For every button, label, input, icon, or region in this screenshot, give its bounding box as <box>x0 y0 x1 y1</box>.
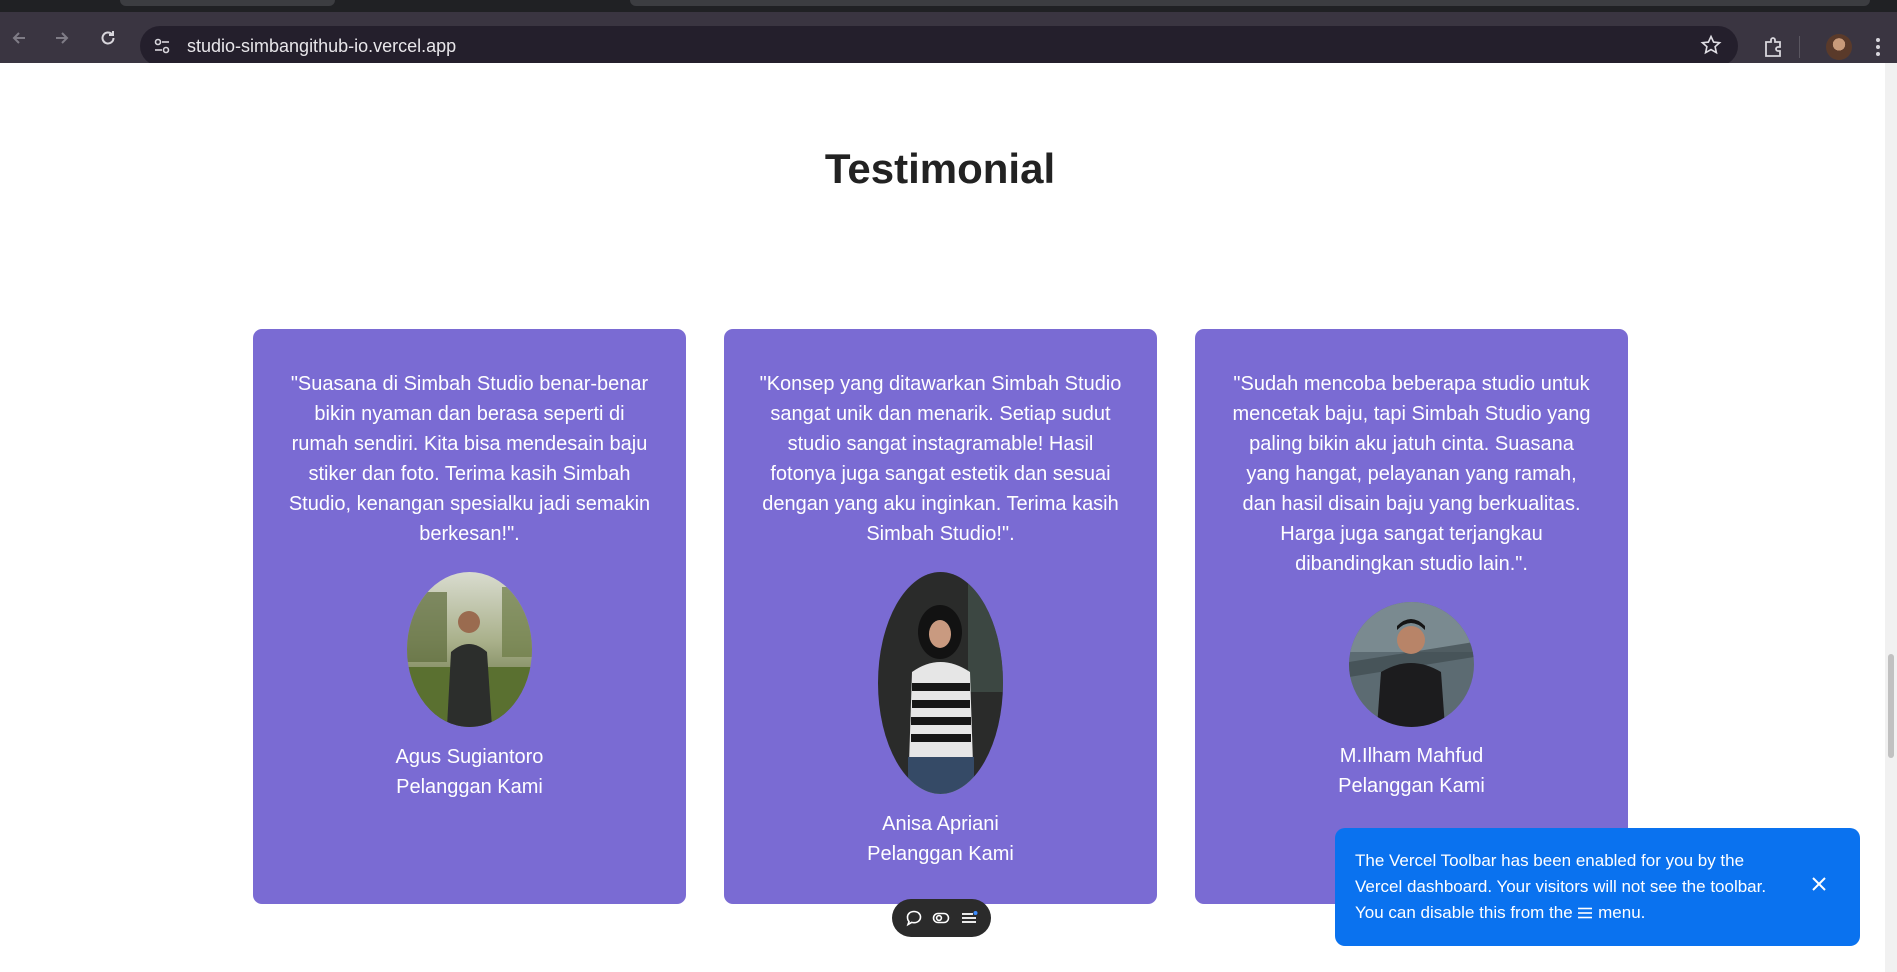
customer-role: Pelanggan Kami <box>1338 775 1485 797</box>
menu-icon[interactable] <box>959 908 979 928</box>
toast-message-suffix: menu. <box>1593 903 1646 922</box>
testimonial-quote: "Suasana di Simbah Studio benar-benar bi… <box>288 373 651 545</box>
customer-name: M.Ilham Mahfud <box>1339 745 1484 767</box>
browser-chrome: studio-simbangithub-io.vercel.app <box>0 0 1897 66</box>
customer-photo <box>878 572 1003 794</box>
close-icon[interactable] <box>1807 872 1831 896</box>
scrollbar-thumb[interactable] <box>1888 654 1894 758</box>
section-title: Testimonial <box>824 145 1056 192</box>
toast-message: The Vercel Toolbar has been enabled for … <box>1355 848 1795 926</box>
browser-tab[interactable] <box>630 0 1870 6</box>
customer-role: Pelanggan Kami <box>867 843 1014 865</box>
toolbar-separator <box>1799 36 1800 58</box>
customer-photo <box>1349 602 1474 727</box>
vercel-toolbar-notice: The Vercel Toolbar has been enabled for … <box>1335 828 1860 946</box>
tab-strip <box>0 0 1897 12</box>
testimonial-quote: "Sudah mencoba beberapa studio untuk men… <box>1232 373 1591 575</box>
browser-toolbar: studio-simbangithub-io.vercel.app <box>0 12 1897 66</box>
back-icon[interactable] <box>5 24 33 52</box>
customer-name: Agus Sugiantoro <box>395 746 544 768</box>
extensions-icon[interactable] <box>1760 34 1786 60</box>
customer-photo <box>407 572 532 727</box>
more-menu-icon[interactable] <box>1872 34 1884 60</box>
profile-avatar[interactable] <box>1826 34 1852 60</box>
browser-tab[interactable] <box>120 0 335 6</box>
comment-icon[interactable] <box>904 908 924 928</box>
forward-icon[interactable] <box>48 24 76 52</box>
testimonial-quote: "Konsep yang ditawarkan Simbah Studio sa… <box>759 373 1122 545</box>
toast-message-text: The Vercel Toolbar has been enabled for … <box>1355 851 1767 922</box>
vercel-toolbar[interactable] <box>892 899 991 937</box>
site-info-icon[interactable] <box>152 36 172 56</box>
testimonial-card: "Sudah mencoba beberapa studio untuk men… <box>1195 329 1628 904</box>
testimonial-card: "Suasana di Simbah Studio benar-benar bi… <box>253 329 686 904</box>
url-text[interactable]: studio-simbangithub-io.vercel.app <box>187 36 456 57</box>
hamburger-menu-icon <box>1578 907 1593 919</box>
customer-role: Pelanggan Kami <box>396 776 543 798</box>
address-bar[interactable]: studio-simbangithub-io.vercel.app <box>140 26 1738 66</box>
toggle-icon[interactable] <box>931 908 951 928</box>
scrollbar-track[interactable] <box>1885 63 1897 972</box>
reload-icon[interactable] <box>94 24 122 52</box>
customer-name: Anisa Apriani <box>882 813 999 835</box>
bookmark-star-icon[interactable] <box>1700 34 1722 56</box>
testimonial-card: "Konsep yang ditawarkan Simbah Studio sa… <box>724 329 1157 904</box>
